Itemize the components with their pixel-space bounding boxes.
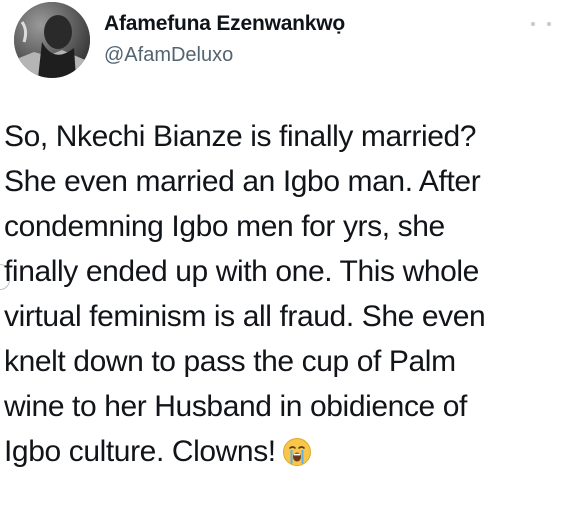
tweet-card: Afamefuna Ezenwankwọ @AfamDeluxo So, Nke…	[0, 0, 561, 513]
tweet-text: So, Nkechi Bianze is finally married? Sh…	[4, 114, 558, 474]
avatar-photo	[14, 2, 90, 78]
more-options-icon[interactable]	[531, 18, 551, 30]
display-name[interactable]: Afamefuna Ezenwankwọ	[104, 12, 345, 36]
dot	[547, 22, 551, 26]
loudly-crying-face-icon	[282, 438, 311, 466]
dot	[531, 22, 535, 26]
tweet-body: So, Nkechi Bianze is finally married? Sh…	[4, 120, 486, 468]
avatar[interactable]	[14, 2, 90, 78]
user-handle[interactable]: @AfamDeluxo	[104, 44, 233, 67]
